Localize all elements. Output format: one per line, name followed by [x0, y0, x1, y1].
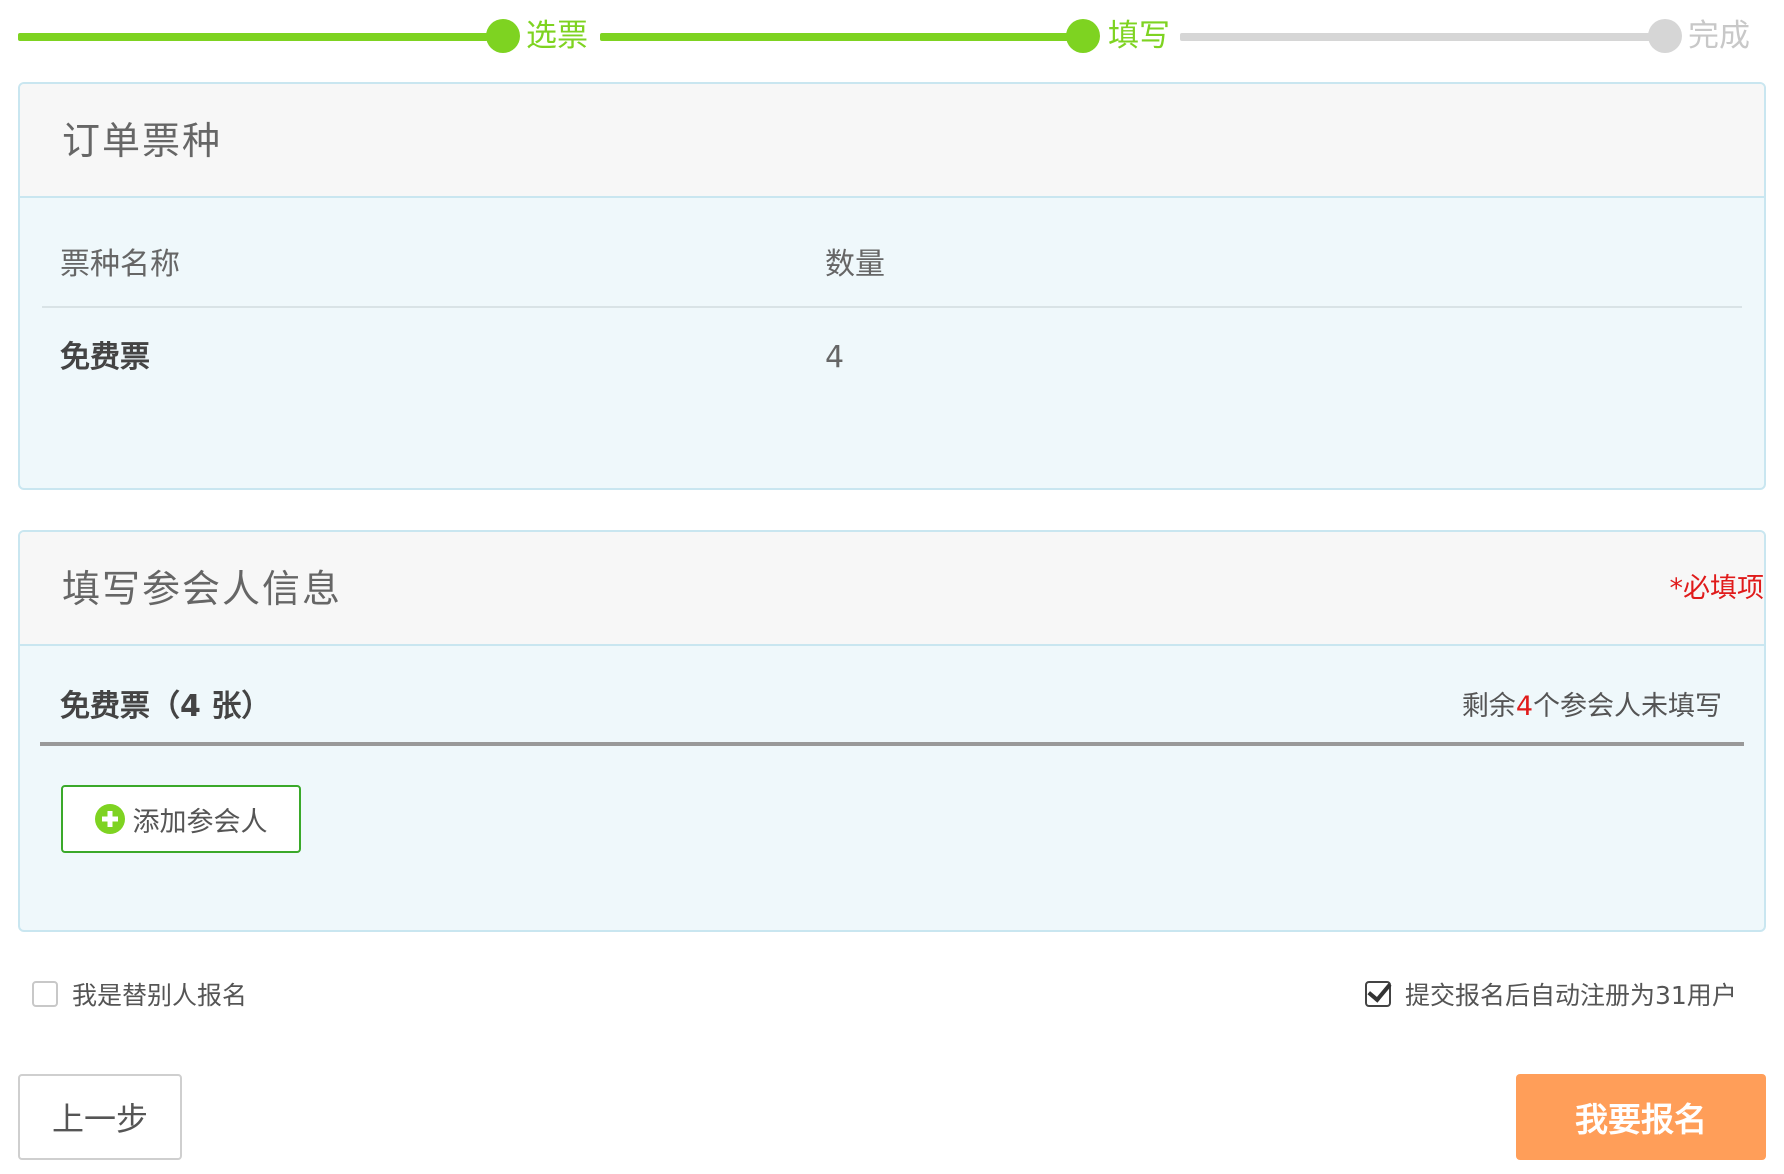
previous-step-button[interactable]: 上一步 [18, 1074, 182, 1160]
required-note: *必填项 [1669, 573, 1765, 604]
step-connector [1180, 33, 1666, 41]
panel-header: 订单票种 [20, 84, 1764, 198]
remain-suffix: 个参会人未填写 [1533, 691, 1722, 722]
plus-circle-icon [94, 804, 125, 834]
step-connector [600, 33, 1072, 41]
ticket-name: 免费票 [60, 340, 150, 375]
column-header-name: 票种名称 [60, 247, 180, 282]
add-attendee-button[interactable]: 添加参会人 [61, 785, 301, 853]
step-connector [18, 33, 488, 41]
panel-title: 填写参会人信息 [62, 567, 343, 611]
remaining-attendees-note: 剩余4个参会人未填写 [1462, 672, 1722, 742]
submit-registration-button[interactable]: 我要报名 [1516, 1074, 1766, 1160]
step-3-dot [1648, 19, 1682, 53]
proxy-signup-checkbox[interactable] [32, 981, 58, 1007]
add-attendee-label: 添加参会人 [132, 806, 268, 838]
auto-register-checkbox[interactable] [1365, 981, 1391, 1007]
attendee-info-panel: 填写参会人信息 *必填项 免费票（4 张） 剩余4个参会人未填写 添加参会人 [18, 530, 1766, 932]
step-progress: 选票 填写 完成 [0, 0, 1784, 80]
step-2-dot [1066, 19, 1100, 53]
ticket-quantity: 4 [825, 340, 845, 375]
table-row: 免费票 4 [42, 308, 1742, 398]
remain-prefix: 剩余 [1461, 691, 1516, 722]
remain-count: 4 [1515, 691, 1533, 722]
step-2-label: 填写 [1108, 18, 1170, 54]
step-3-label: 完成 [1688, 18, 1750, 54]
ticket-group-header: 免费票（4 张） 剩余4个参会人未填写 [40, 672, 1744, 746]
table-header: 票种名称 数量 [42, 224, 1742, 308]
panel-header: 填写参会人信息 *必填项 [20, 532, 1764, 646]
proxy-signup-option[interactable]: 我是替别人报名 [32, 976, 247, 1012]
proxy-signup-label: 我是替别人报名 [72, 981, 248, 1010]
column-header-quantity: 数量 [825, 247, 885, 282]
auto-register-label: 提交报名后自动注册为31用户 [1405, 981, 1737, 1010]
step-1-label: 选票 [526, 18, 588, 54]
auto-register-option[interactable]: 提交报名后自动注册为31用户 [1365, 976, 1737, 1012]
panel-title: 订单票种 [62, 119, 223, 163]
ticket-group-label: 免费票（4 张） [60, 689, 272, 724]
order-ticket-panel: 订单票种 票种名称 数量 免费票 4 [18, 82, 1766, 490]
step-1-dot [486, 19, 520, 53]
